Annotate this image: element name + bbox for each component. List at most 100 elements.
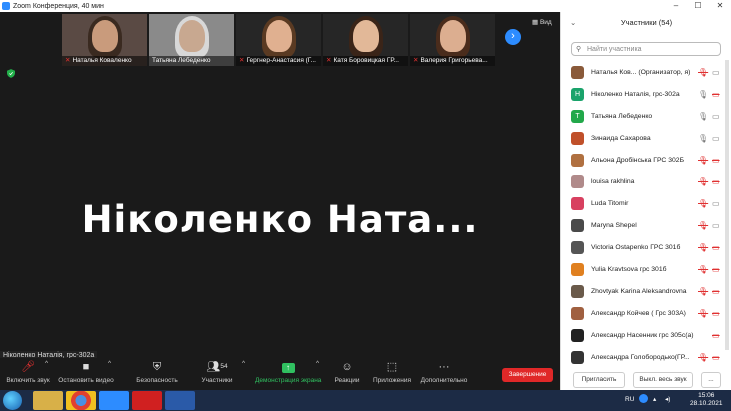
avatar <box>571 263 584 277</box>
video-off-icon: ▭ <box>712 265 720 275</box>
help-icon[interactable] <box>639 394 648 403</box>
language-indicator[interactable]: RU <box>625 396 634 403</box>
start-button[interactable] <box>3 391 22 410</box>
invite-button[interactable]: Пригласить <box>573 372 625 388</box>
participant-name: Victoria Ostapenko ГРС 301б <box>591 244 681 252</box>
mic-icon: 🎙︎ <box>698 111 709 121</box>
windows-taskbar: RU ▴ ◂) 15:06 28.10.2021 <box>0 390 731 411</box>
participants-panel: ⌄ Участники (54) ⚲ Найти участника Натал… <box>560 12 731 390</box>
participant-list: Наталья Ков... (Организатор, я) 🎙︎ ▭ Н Нікол… <box>561 62 731 368</box>
participant-row[interactable]: Zhovtyak Karina Aleksandrovna 🎙︎ ▭ <box>561 281 731 303</box>
view-button[interactable]: ▦ Вид <box>532 18 552 26</box>
reactions-button[interactable]: ☺ Реакции <box>333 360 361 384</box>
participant-name: Александр Насенник грс 305с(а) <box>591 331 694 339</box>
video-off-icon: ▭ <box>712 352 720 362</box>
video-thumbnail[interactable]: Татьяна Лебеденко <box>149 14 234 66</box>
panel-footer: Пригласить Выкл. весь звук ... <box>561 368 731 390</box>
participant-face <box>91 20 118 52</box>
participant-name: Maryna Shepel <box>591 222 637 230</box>
share-screen-button[interactable]: ↑ Демонстрация экрана <box>255 360 321 384</box>
chrome-taskbar-icon[interactable] <box>66 391 96 410</box>
maximize-button[interactable]: ☐ <box>687 0 709 12</box>
participant-name: Ніколенко Наталія, грс-302а <box>591 90 680 98</box>
encryption-shield-icon[interactable] <box>7 69 15 78</box>
participants-options-chevron-icon[interactable]: ^ <box>242 360 245 367</box>
window-controls: – ☐ ✕ <box>665 0 731 12</box>
avatar <box>571 66 584 79</box>
mic-muted-icon: ✕ <box>326 57 332 64</box>
participant-row[interactable]: Александр Насенник грс 305с(а) ▭ <box>561 325 731 347</box>
video-thumbnail-strip: ✕ Наталья Коваленко Татьяна Лебеденко ✕ Ге… <box>62 14 495 66</box>
apps-icon: ⬚ <box>386 361 398 373</box>
participant-list-scrollbar[interactable] <box>725 60 729 350</box>
participant-row[interactable]: Александра Голобородько(ГР... 🎙︎ ▭ <box>561 347 731 369</box>
volume-icon[interactable]: ◂) <box>665 395 670 403</box>
video-off-icon: ▭ <box>712 330 720 340</box>
next-page-arrow-icon[interactable]: › <box>505 29 521 45</box>
clock-date: 28.10.2021 <box>690 400 723 407</box>
participant-row[interactable]: Зинаида Сахарова 🎙︎ ▭ <box>561 128 731 150</box>
end-meeting-button[interactable]: Завершение <box>502 368 553 382</box>
acrobat-taskbar-icon[interactable] <box>132 391 162 410</box>
participant-row[interactable]: Т Татьяна Лебеденко 🎙︎ ▭ <box>561 106 731 128</box>
security-button[interactable]: ⛨ Безопасность <box>136 360 178 384</box>
participant-row[interactable]: Альона Дробінська ГРС 302Б 🎙︎ ▭ <box>561 150 731 172</box>
video-camera-icon: ▭ <box>712 221 720 231</box>
participant-face <box>265 20 292 52</box>
word-taskbar-icon[interactable] <box>165 391 195 410</box>
panel-more-button[interactable]: ... <box>701 372 721 388</box>
taskbar-clock[interactable]: 15:06 28.10.2021 <box>690 392 723 408</box>
participants-button[interactable]: 👥︎54 Участники <box>200 360 234 384</box>
zoom-app-icon <box>2 2 10 10</box>
video-thumbnail[interactable]: ✕ Валерия Григорьева... <box>410 14 495 66</box>
participant-name: Татьяна Лебеденко <box>591 112 653 120</box>
participant-search-input[interactable]: ⚲ Найти участника <box>571 42 721 56</box>
more-button[interactable]: ··· Дополнительно <box>420 360 468 384</box>
thumbnail-name: ✕ Валерия Григорьева... <box>410 56 495 66</box>
participant-name: Альона Дробінська ГРС 302Б <box>591 156 685 164</box>
participant-face <box>439 20 466 52</box>
video-thumbnail[interactable]: ✕ Гергнер-Анастасия (Г... <box>236 14 321 66</box>
participant-row[interactable]: Victoria Ostapenko ГРС 301б 🎙︎ ▭ <box>561 237 731 259</box>
minimize-button[interactable]: – <box>665 0 687 12</box>
zoom-taskbar-icon[interactable] <box>99 391 129 410</box>
video-options-chevron-icon[interactable]: ^ <box>108 360 111 367</box>
mic-muted-icon: 🎙︎ <box>698 265 709 275</box>
participant-row[interactable]: Luda Titomir 🎙︎ ▭ <box>561 193 731 215</box>
tray-arrow-icon[interactable]: ▴ <box>653 395 656 403</box>
avatar <box>571 131 584 145</box>
participant-name: Zhovtyak Karina Aleksandrovna <box>591 287 687 295</box>
participant-name: Luda Titomir <box>591 200 629 208</box>
participant-row[interactable]: Наталья Ков... (Организатор, я) 🎙︎ ▭ <box>561 62 731 84</box>
thumbnail-name: Татьяна Лебеденко <box>149 56 234 66</box>
avatar <box>571 197 584 211</box>
explorer-taskbar-icon[interactable] <box>33 391 63 410</box>
participant-row[interactable]: Maryna Shepel 🎙︎ ▭ <box>561 215 731 237</box>
video-thumbnail[interactable]: ✕ Наталья Коваленко <box>62 14 147 66</box>
video-off-icon: ▭ <box>712 89 720 99</box>
close-button[interactable]: ✕ <box>709 0 731 12</box>
stop-video-button[interactable]: ■ Остановить видео <box>58 360 114 384</box>
participant-face <box>178 20 205 52</box>
participant-row[interactable]: Александр Койчев ( Грс 303А) 🎙︎ ▭ <box>561 303 731 325</box>
video-thumbnail[interactable]: ✕ Катя Боровицкая ГР... <box>323 14 408 66</box>
mic-muted-icon: 🎙︎ <box>698 286 709 296</box>
participant-row[interactable]: Н Ніколенко Наталія, грс-302а 🎙︎ ▭ <box>561 84 731 106</box>
mute-all-button[interactable]: Выкл. весь звук <box>633 372 693 388</box>
video-camera-icon: ■ <box>82 361 90 373</box>
thumbnail-name: ✕ Гергнер-Анастасия (Г... <box>236 56 321 66</box>
security-shield-icon: ⛨ <box>152 361 162 373</box>
meeting-toolbar: 🎤︎ Включить звук ^ ■ Остановить видео ^ … <box>0 358 560 390</box>
window-title: Zoom Конференция, 40 мин <box>13 2 104 10</box>
share-options-chevron-icon[interactable]: ^ <box>316 360 319 367</box>
video-camera-icon: ▭ <box>712 68 720 77</box>
participant-row[interactable]: louisa rakhlina 🎙︎ ▭ <box>561 171 731 193</box>
panel-title: Участники (54) <box>620 18 673 27</box>
audio-options-chevron-icon[interactable]: ^ <box>45 360 48 367</box>
apps-button[interactable]: ⬚ Приложения <box>372 360 412 384</box>
avatar <box>571 284 584 298</box>
avatar <box>571 219 584 233</box>
participant-name: louisa rakhlina <box>591 178 635 186</box>
participant-row[interactable]: Yulia Kravtsova грс 301б 🎙︎ ▭ <box>561 259 731 281</box>
video-off-icon: ▭ <box>712 243 720 253</box>
